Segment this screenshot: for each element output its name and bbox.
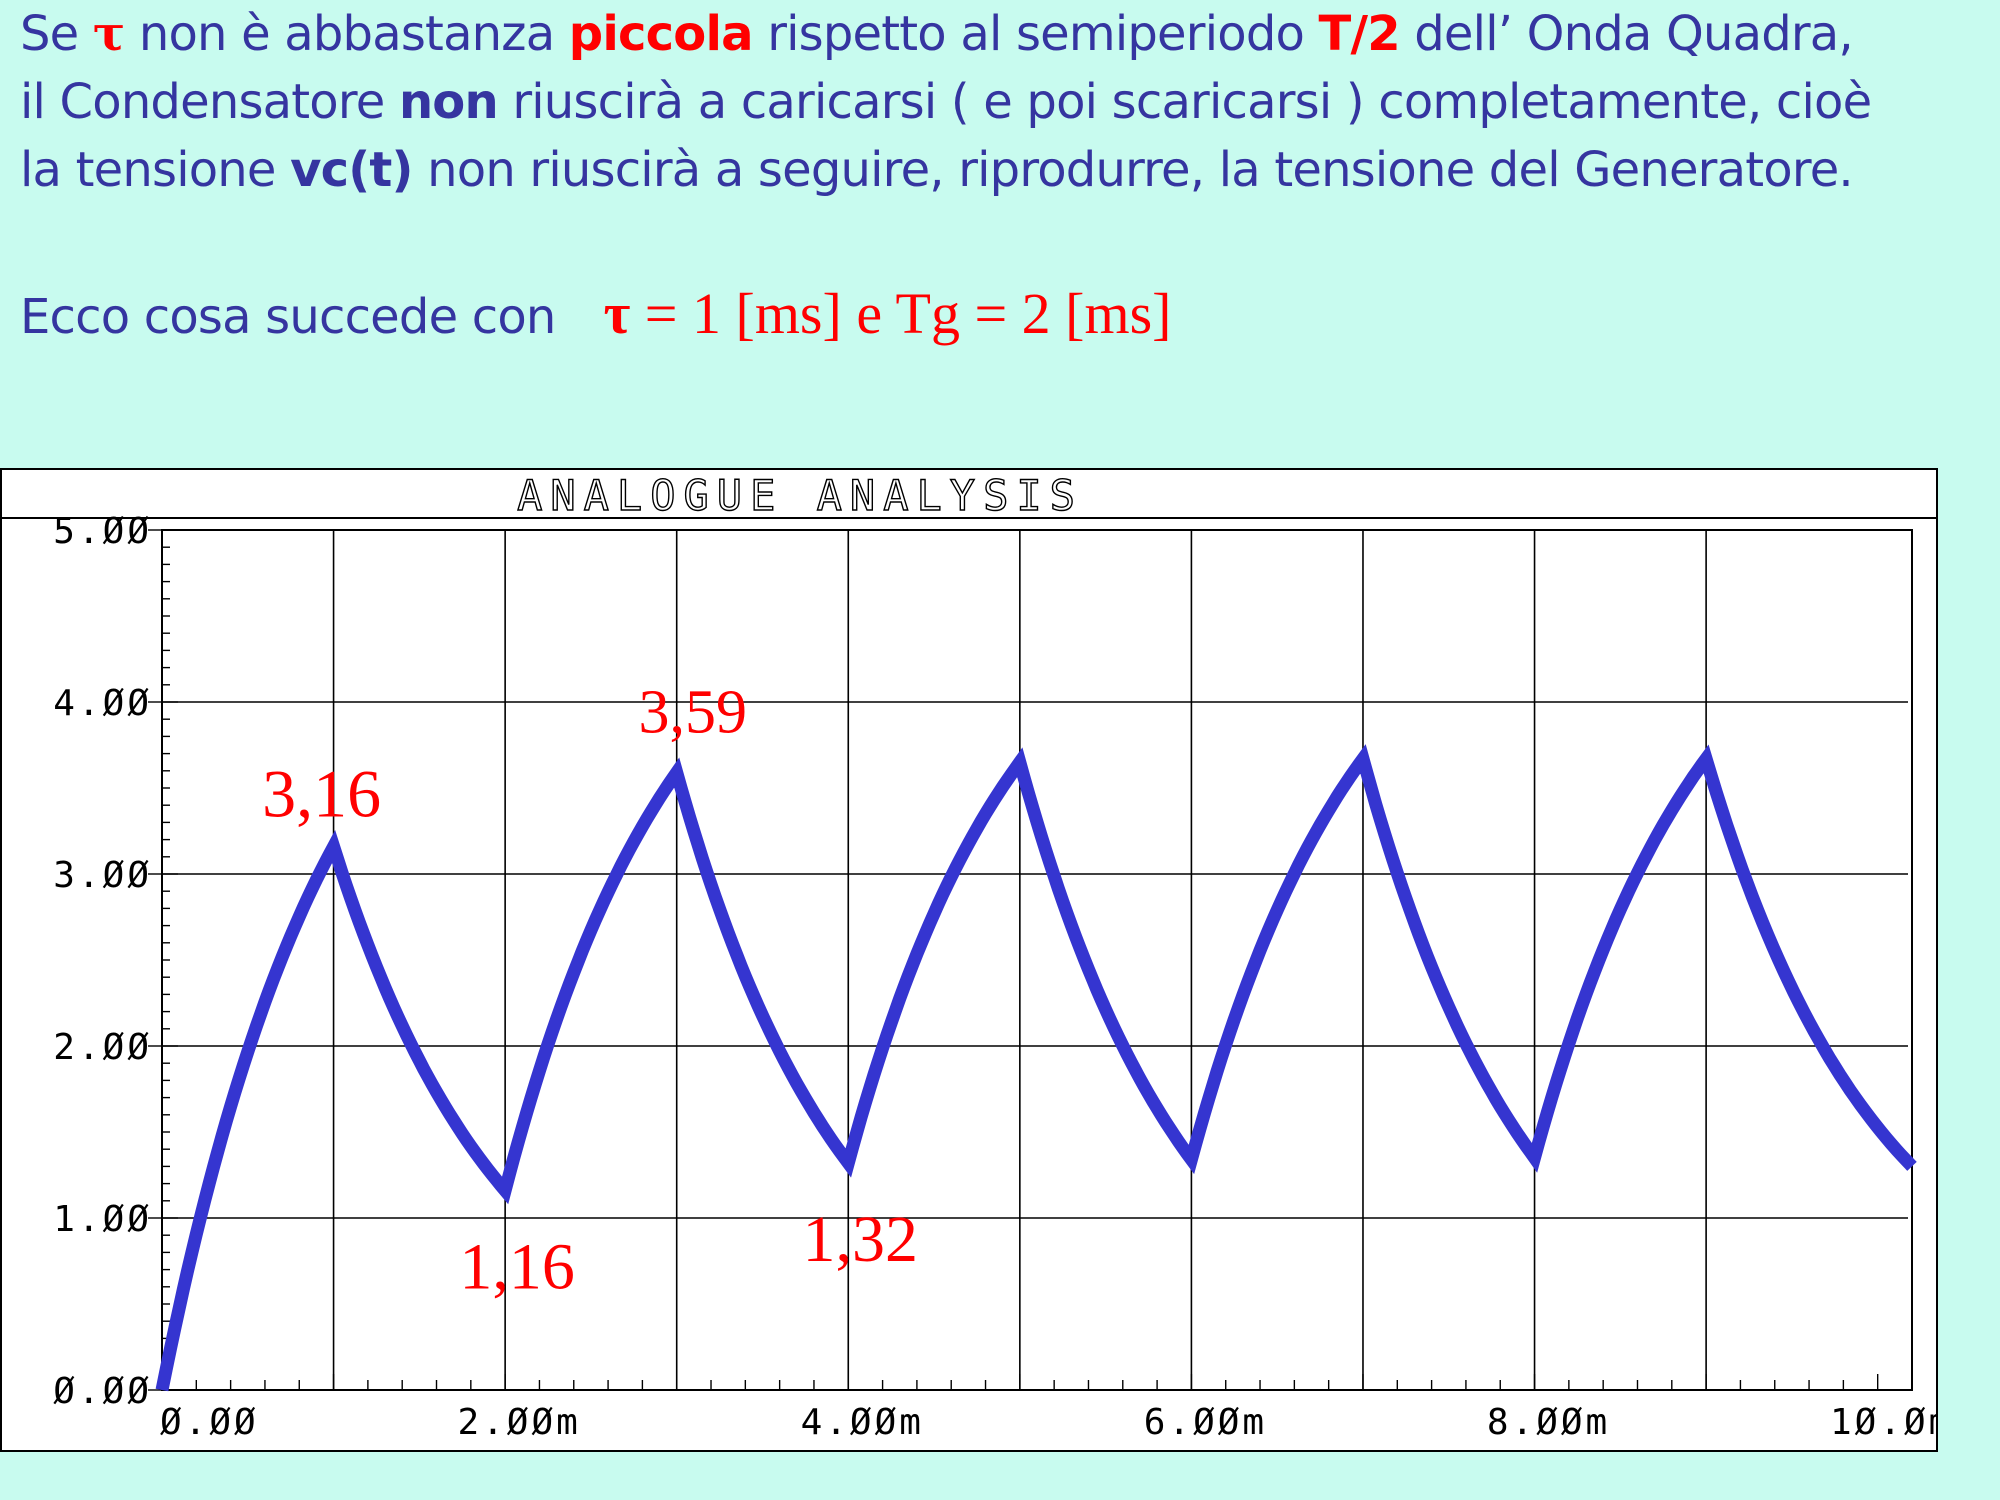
tau-symbol: τ — [603, 281, 631, 346]
intro-text: dell’ Onda Quadra, — [1399, 6, 1853, 62]
chart-title: ANALOGUE ANALYSIS — [517, 471, 1083, 520]
y-tick-label: 1.ØØ — [53, 1199, 152, 1240]
x-tick-label: 1Ø.Øm — [1830, 1402, 1938, 1443]
intro-line-1: Se τ non è abbastanza piccola rispetto a… — [20, 0, 1990, 68]
bold-vct: vc(t) — [290, 142, 413, 198]
formula-values: = 1 [ms] e Tg = 2 [ms] — [630, 281, 1172, 346]
highlight-half-period: T/2 — [1318, 6, 1401, 62]
y-tick-label: 2.ØØ — [53, 1027, 152, 1068]
intro-text: non è abbastanza — [124, 6, 569, 62]
y-tick-label: 3.ØØ — [53, 855, 152, 896]
x-tick-label: 4.ØØm — [801, 1402, 924, 1443]
y-tick-label: Ø.ØØ — [53, 1371, 152, 1412]
chart-frame — [0, 468, 1938, 1452]
intro-text: la tensione — [20, 142, 291, 198]
x-tick-label: Ø.ØØ — [160, 1402, 259, 1443]
bold-non: non — [398, 74, 499, 130]
intro-line-3: la tensione vc(t) non riuscirà a seguire… — [20, 136, 1990, 204]
tau-symbol: τ — [92, 6, 125, 62]
intro-text: riuscirà a caricarsi ( e poi scaricarsi … — [497, 74, 1872, 130]
data-label: 1,32 — [803, 1203, 919, 1276]
x-tick-label: 8.ØØm — [1487, 1402, 1610, 1443]
intro-text: Se — [20, 6, 93, 62]
data-label: 3,59 — [638, 679, 747, 747]
highlight-piccola: piccola — [568, 6, 754, 62]
chart-panel: ANALOGUE ANALYSIS Ø.ØØ 1.ØØ 2.ØØ 3.ØØ 4.ØØ 5.… — [0, 468, 1950, 1452]
intro-line-2: il Condensatore non riuscirà a caricarsi… — [20, 68, 1990, 136]
intro-text: rispetto al semiperiodo — [752, 6, 1319, 62]
x-tick-label: 2.ØØm — [457, 1402, 580, 1443]
intro-paragraph: Se τ non è abbastanza piccola rispetto a… — [20, 0, 1990, 204]
x-tick-label: 6.ØØm — [1144, 1402, 1267, 1443]
example-lead: Ecco cosa succede con — [20, 289, 556, 345]
data-label: 1,16 — [459, 1230, 575, 1303]
intro-text: non riuscirà a seguire, riprodurre, la t… — [412, 142, 1854, 198]
example-line: Ecco cosa succede con τ = 1 [ms] e Tg = 2… — [20, 280, 1171, 347]
intro-text: il Condensatore — [20, 74, 399, 130]
y-tick-label: 4.ØØ — [53, 683, 152, 724]
analogue-analysis-chart: ANALOGUE ANALYSIS Ø.ØØ 1.ØØ 2.ØØ 3.ØØ 4.ØØ 5.… — [0, 468, 1950, 1452]
example-formula: τ = 1 [ms] e Tg = 2 [ms] — [604, 281, 1172, 346]
data-label: 3,16 — [262, 755, 381, 831]
y-tick-label: 5.ØØ — [53, 511, 152, 552]
